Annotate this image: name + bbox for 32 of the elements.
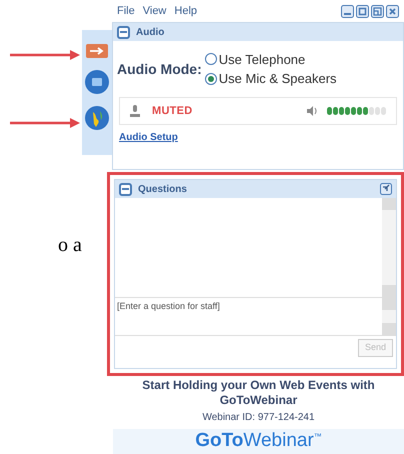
collapse-icon[interactable] [117, 26, 130, 38]
menu-item[interactable]: File [117, 2, 135, 20]
microphone-icon[interactable] [130, 105, 140, 117]
question-input[interactable]: [Enter a question for staff] [115, 298, 382, 314]
panel-toggle-icon[interactable] [86, 44, 108, 58]
document-text: o a [58, 233, 82, 258]
restore-icon[interactable] [356, 4, 369, 18]
menu-item[interactable]: View [142, 2, 166, 20]
audio-setup-link[interactable]: Audio Setup [119, 130, 178, 145]
promo-text: Start Holding your Own Web Events with GoToWebinar [141, 378, 376, 408]
questions-title: Questions [138, 182, 187, 196]
arrow-icon [10, 118, 80, 128]
arrow-icon [10, 50, 80, 60]
webinar-id: Webinar ID: 977-124-241 [202, 411, 315, 425]
menu-item[interactable]: Help [174, 2, 198, 20]
audio-mode-label: Audio Mode: [117, 60, 202, 78]
radio-option[interactable]: Use Telephone [204, 50, 337, 69]
speaker-icon [307, 106, 319, 116]
mic-status: MUTED [152, 104, 192, 119]
scrollbar[interactable] [382, 298, 396, 335]
radio-option[interactable]: Use Mic & Speakers [204, 69, 337, 88]
globe-icon[interactable] [85, 106, 109, 130]
logo: GoToWebinar™ [113, 429, 404, 454]
audio-title: Audio [136, 26, 164, 40]
radio-button[interactable] [204, 53, 217, 66]
scrollbar[interactable] [382, 198, 396, 297]
window-icon[interactable] [371, 4, 384, 18]
collapse-icon[interactable] [119, 182, 132, 196]
close-icon[interactable] [386, 4, 399, 18]
screen-icon[interactable] [85, 70, 109, 94]
minimize-icon[interactable] [341, 4, 354, 18]
radio-button[interactable] [204, 72, 217, 85]
